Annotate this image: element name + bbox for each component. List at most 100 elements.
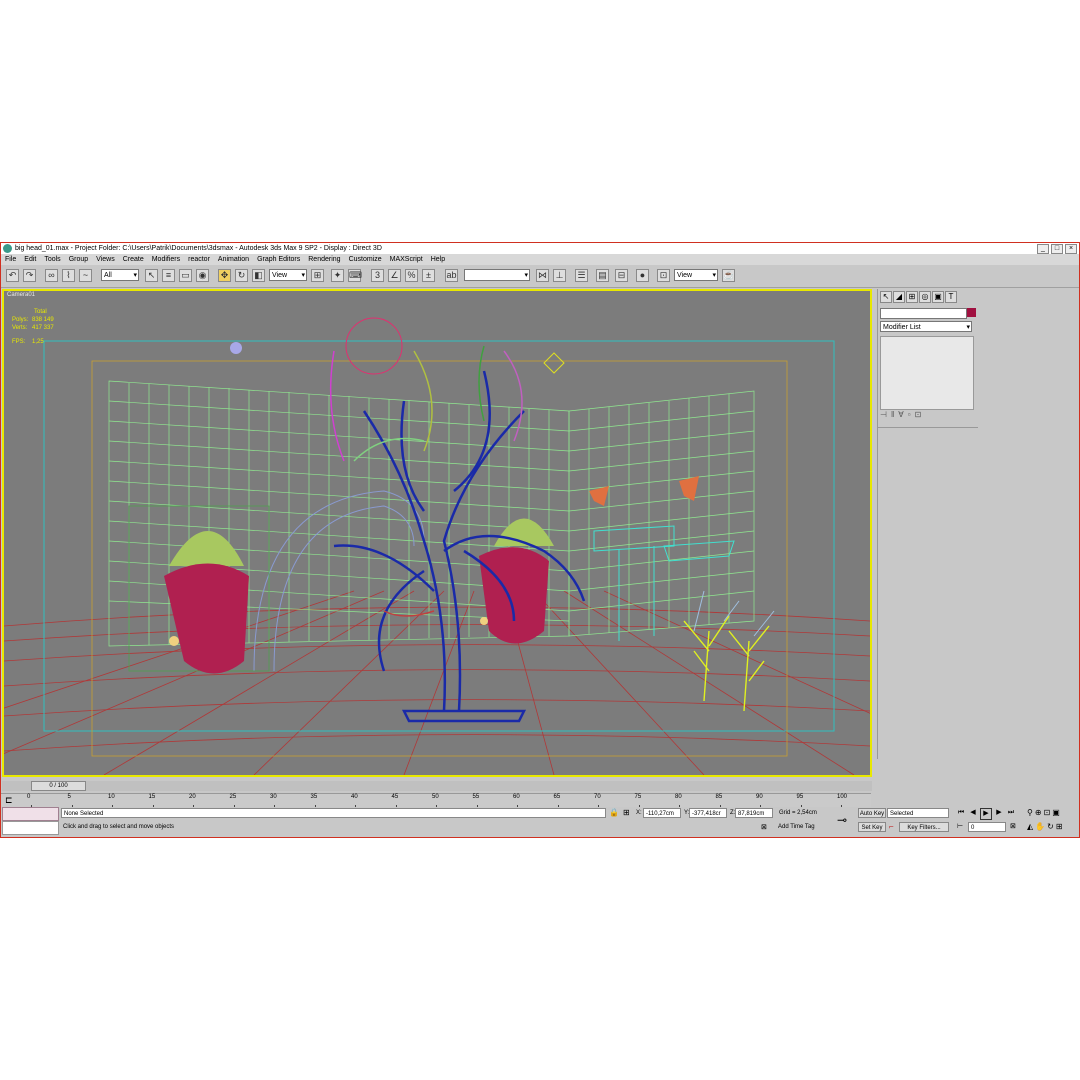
render-setup-icon[interactable]: ⊡	[657, 269, 670, 282]
bind-space-warp-icon[interactable]: ~	[79, 269, 92, 282]
menu-reactor[interactable]: reactor	[184, 254, 214, 265]
key-filters-button[interactable]: Key Filters...	[899, 822, 949, 832]
select-and-link-icon[interactable]: ∞	[45, 269, 58, 282]
select-and-move-icon[interactable]: ✥	[218, 269, 231, 282]
time-configuration-icon[interactable]: ⊠	[1010, 822, 1016, 830]
configure-modifier-sets-icon[interactable]: ⊡	[915, 410, 922, 422]
select-and-scale-icon[interactable]: ◧	[252, 269, 265, 282]
zoom-icon[interactable]: ⚲	[1027, 808, 1033, 817]
absolute-mode-icon[interactable]: ⊞	[623, 808, 630, 817]
menu-views[interactable]: Views	[92, 254, 119, 265]
material-editor-icon[interactable]: ●	[636, 269, 649, 282]
object-color-swatch[interactable]	[967, 308, 976, 317]
add-time-tag-button[interactable]: Add Time Tag	[776, 822, 831, 832]
display-tab-icon[interactable]: ▣	[932, 291, 944, 303]
utilities-tab-icon[interactable]: T	[945, 291, 957, 303]
key-mode-dropdown[interactable]: Selected	[887, 808, 949, 818]
schematic-view-icon[interactable]: ⊟	[615, 269, 628, 282]
viewport-label[interactable]: Camera01	[7, 292, 35, 298]
select-and-rotate-icon[interactable]: ↻	[235, 269, 248, 282]
rectangular-selection-icon[interactable]: ▭	[179, 269, 192, 282]
modifier-stack[interactable]	[880, 336, 974, 410]
close-button[interactable]: ×	[1065, 244, 1077, 254]
modifier-list-dropdown[interactable]: Modifier List	[880, 321, 972, 333]
spinner-snap-icon[interactable]: ±	[422, 269, 435, 282]
menu-animation[interactable]: Animation	[214, 254, 253, 265]
menu-edit[interactable]: Edit	[20, 254, 40, 265]
play-icon[interactable]: ▶	[980, 808, 992, 820]
keyboard-shortcut-override-icon[interactable]: ⌨	[348, 269, 362, 282]
menu-help[interactable]: Help	[427, 254, 449, 265]
quick-render-icon[interactable]: ☕	[722, 269, 735, 282]
select-by-name-icon[interactable]: ≡	[162, 269, 175, 282]
z-coordinate-field[interactable]: 87,819cm	[735, 808, 773, 818]
snaps-toggle-icon[interactable]: 3	[371, 269, 384, 282]
arc-rotate-icon[interactable]: ↻	[1047, 822, 1054, 831]
menu-graph-editors[interactable]: Graph Editors	[253, 254, 304, 265]
maximize-button[interactable]: □	[1051, 244, 1063, 254]
zoom-extents-all-icon[interactable]: ▣	[1052, 808, 1060, 817]
select-and-manipulate-icon[interactable]: ✦	[331, 269, 344, 282]
menu-create[interactable]: Create	[119, 254, 148, 265]
create-tab-icon[interactable]: ↖	[880, 291, 892, 303]
zoom-all-icon[interactable]: ⊕	[1035, 808, 1042, 817]
menu-file[interactable]: File	[1, 254, 20, 265]
select-object-icon[interactable]: ↖	[145, 269, 158, 282]
menu-tools[interactable]: Tools	[40, 254, 64, 265]
redo-icon[interactable]: ↷	[23, 269, 36, 282]
previous-frame-icon[interactable]: ◀	[968, 808, 978, 818]
object-name-field[interactable]	[880, 308, 967, 319]
time-slider[interactable]: 0 / 100	[31, 781, 86, 791]
set-key-button[interactable]: Set Key	[858, 822, 886, 832]
selection-filter-dropdown[interactable]: All	[101, 269, 139, 282]
menu-maxscript[interactable]: MAXScript	[386, 254, 427, 265]
show-end-result-icon[interactable]: ‖	[891, 410, 894, 422]
align-icon[interactable]: ⊥	[553, 269, 566, 282]
named-selection-dropdown[interactable]	[464, 269, 530, 282]
motion-tab-icon[interactable]: ◎	[919, 291, 931, 303]
time-slider-track[interactable]	[2, 781, 872, 791]
current-frame-field[interactable]: 0	[968, 822, 1006, 832]
mirror-icon[interactable]: ⋈	[536, 269, 549, 282]
field-of-view-icon[interactable]: ◭	[1027, 822, 1033, 831]
x-coordinate-field[interactable]: -110,27cm	[643, 808, 681, 818]
pin-stack-icon[interactable]: ⊣	[880, 410, 887, 422]
maxscript-mini-output[interactable]	[2, 821, 59, 835]
layer-manager-icon[interactable]: ☰	[575, 269, 588, 282]
edit-named-selection-icon[interactable]: ab	[445, 269, 458, 282]
percent-snap-icon[interactable]: %	[405, 269, 418, 282]
curve-editor-icon[interactable]: ▤	[596, 269, 609, 282]
maximize-viewport-icon[interactable]: ⊞	[1056, 822, 1063, 831]
open-mini-curve-editor-icon[interactable]: ⊏	[5, 795, 13, 806]
next-frame-icon[interactable]: ▶	[994, 808, 1004, 818]
modify-tab-icon[interactable]: ◢	[893, 291, 905, 303]
lock-selection-icon[interactable]: 🔒	[609, 808, 619, 817]
menu-group[interactable]: Group	[65, 254, 92, 265]
time-tag-icon[interactable]: ⊠	[761, 823, 767, 831]
render-view-dropdown[interactable]: View	[674, 269, 718, 282]
hierarchy-tab-icon[interactable]: ⊞	[906, 291, 918, 303]
undo-icon[interactable]: ↶	[6, 269, 19, 282]
menu-rendering[interactable]: Rendering	[304, 254, 344, 265]
go-to-start-icon[interactable]: ⏮	[956, 808, 966, 818]
make-unique-icon[interactable]: ∀	[898, 410, 903, 422]
key-mode-toggle-icon[interactable]: ⊢	[957, 822, 963, 830]
reference-coordinate-dropdown[interactable]: View	[269, 269, 307, 282]
auto-key-button[interactable]: Auto Key	[858, 808, 886, 818]
window-crossing-icon[interactable]: ◉	[196, 269, 209, 282]
set-keys-icon[interactable]: ⌐	[889, 822, 894, 831]
camera-viewport[interactable]: Camera01 Total Polys: 838 149 Verts: 417 3…	[2, 289, 872, 777]
go-to-end-icon[interactable]: ⏭	[1006, 808, 1016, 818]
menu-customize[interactable]: Customize	[345, 254, 386, 265]
minimize-button[interactable]: _	[1037, 244, 1049, 254]
maxscript-listener-mini[interactable]	[2, 807, 59, 821]
track-bar[interactable]: ⊏ 0 5 10 15 20 25 30 35 40 45 50 55 60 65 70 75 80 85 90 95…	[1, 793, 871, 808]
pan-view-icon[interactable]: ✋	[1035, 822, 1045, 831]
unlink-icon[interactable]: ⌇	[62, 269, 75, 282]
zoom-extents-icon[interactable]: ⊡	[1044, 808, 1051, 817]
y-coordinate-field[interactable]: -377,418cr	[689, 808, 727, 818]
pivot-point-icon[interactable]: ⊞	[311, 269, 324, 282]
angle-snap-icon[interactable]: ∠	[388, 269, 401, 282]
remove-modifier-icon[interactable]: ▫	[908, 410, 911, 422]
menu-modifiers[interactable]: Modifiers	[148, 254, 184, 265]
